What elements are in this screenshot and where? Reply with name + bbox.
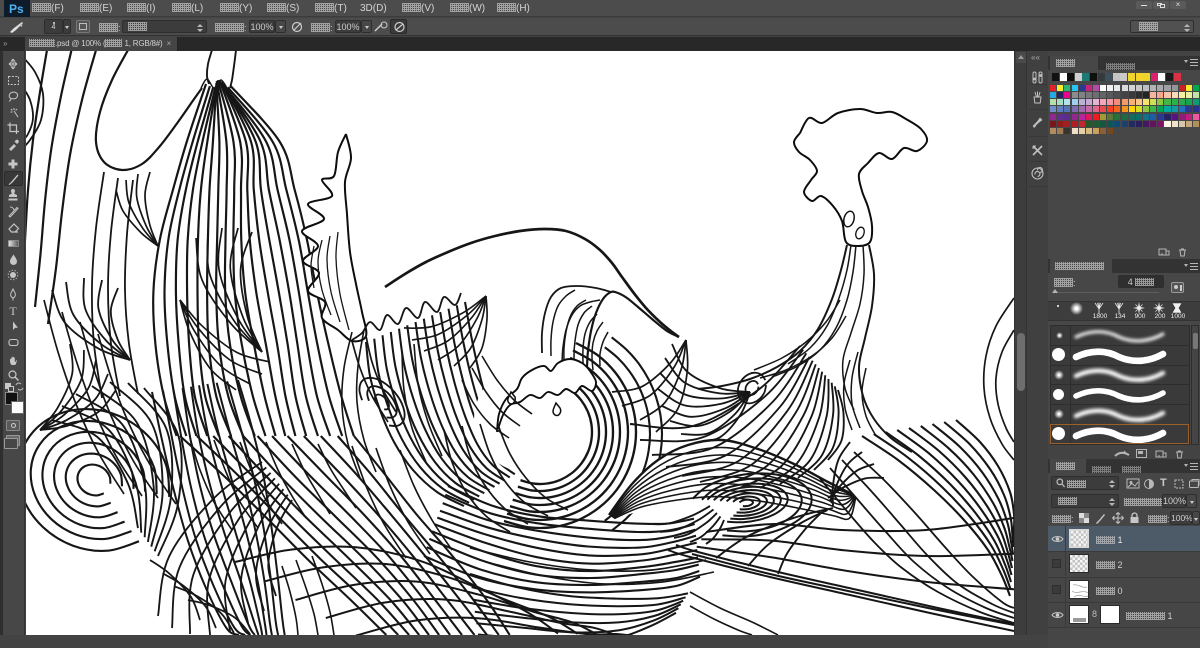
svg-text:T: T (9, 304, 17, 317)
